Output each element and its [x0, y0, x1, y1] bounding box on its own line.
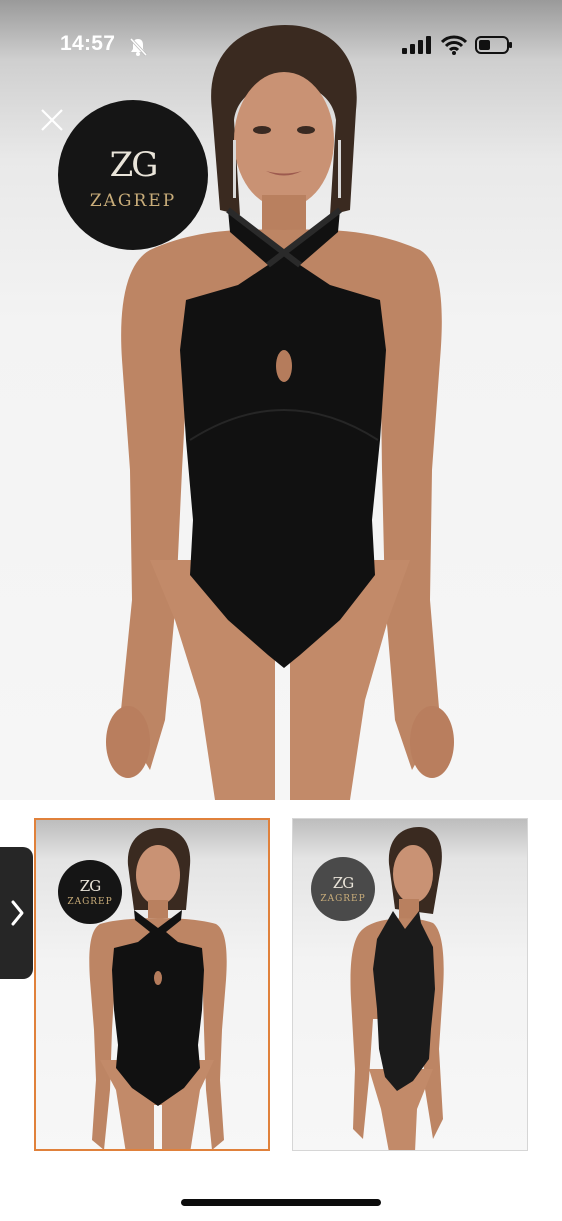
thumbnail-brand-wordmark: ZAGREP — [320, 894, 366, 904]
thumbnail-brand-wordmark: ZAGREP — [67, 897, 113, 907]
close-icon — [41, 109, 63, 131]
home-indicator[interactable] — [181, 1199, 381, 1206]
thumbnail-2[interactable]: ZG ZAGREP — [292, 818, 528, 1151]
thumbnail-brand-monogram: ZG — [79, 877, 101, 895]
thumbnail-brand-monogram: ZG — [332, 874, 354, 892]
thumbnail-brand-logo: ZG ZAGREP — [58, 860, 122, 924]
brand-logo: ZG ZAGREP — [58, 100, 208, 250]
chevron-right-icon — [11, 900, 23, 926]
thumbnail-strip: ZG ZAGREP ZG ZAGREP — [0, 812, 562, 1162]
wifi-icon — [440, 35, 468, 60]
battery-icon — [475, 35, 513, 60]
bell-slash-icon — [128, 37, 148, 62]
thumbnail-1-selected[interactable]: ZG ZAGREP — [34, 818, 270, 1151]
cellular-signal-icon — [402, 36, 432, 59]
brand-monogram: ZG — [109, 145, 159, 185]
thumbnail-brand-logo: ZG ZAGREP — [311, 857, 375, 921]
main-product-image[interactable]: 14:57 ZG ZAGREP — [0, 0, 562, 800]
status-time: 14:57 — [60, 32, 116, 55]
close-button[interactable] — [36, 104, 68, 136]
side-panel-toggle[interactable] — [0, 847, 33, 979]
brand-wordmark: ZAGREP — [89, 191, 177, 211]
status-bar: 14:57 — [0, 0, 562, 90]
